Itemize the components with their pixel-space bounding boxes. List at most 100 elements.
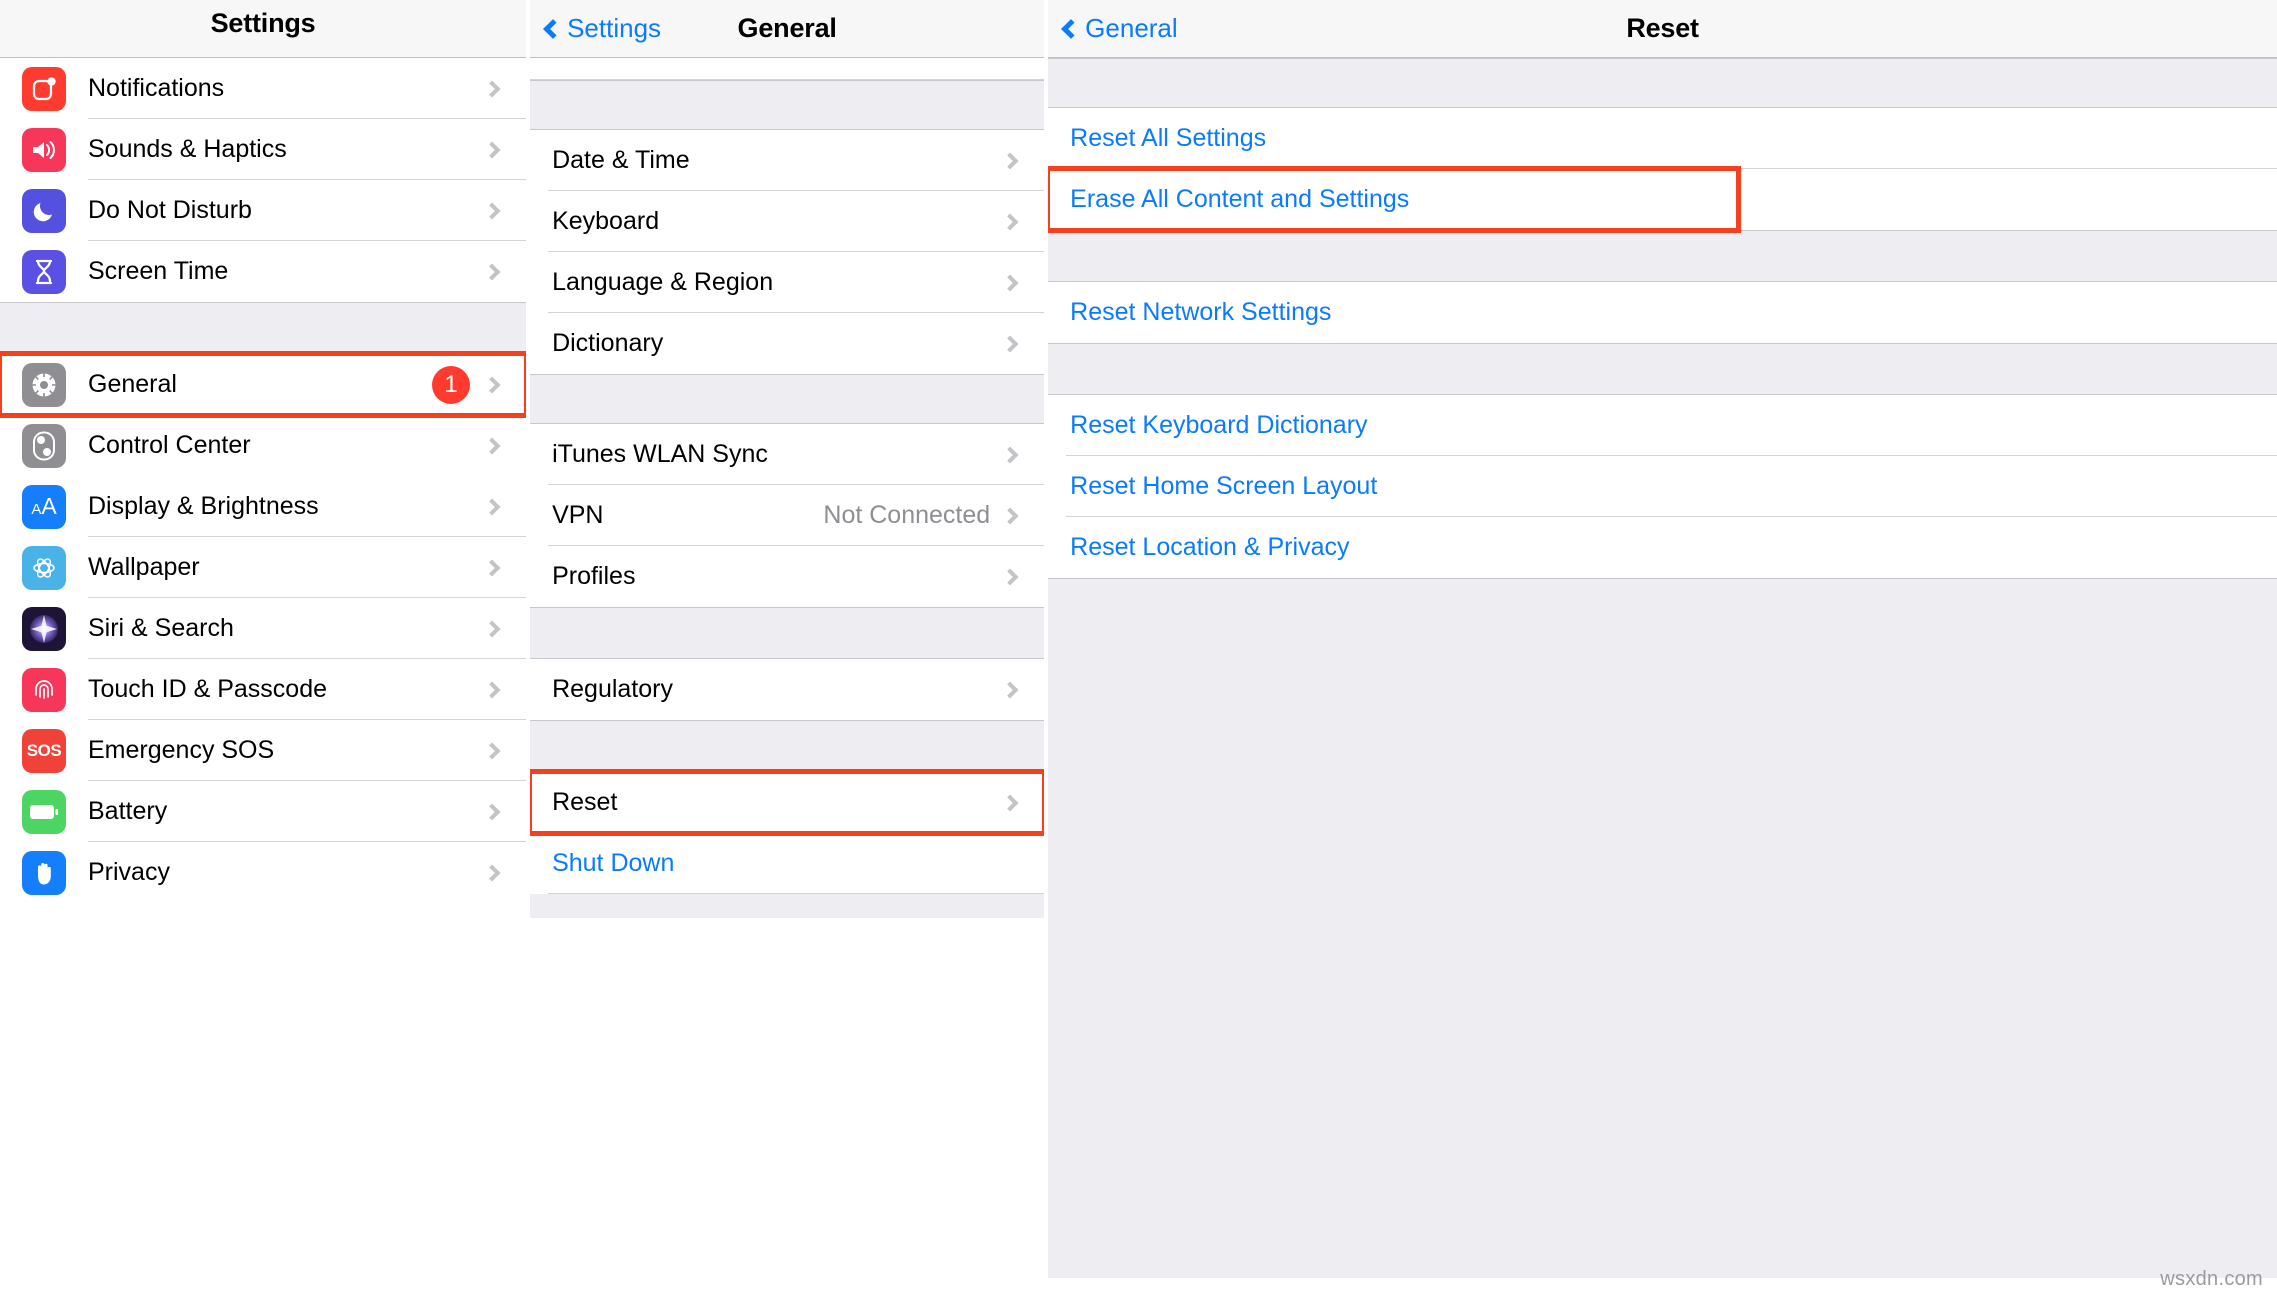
chevron-right-icon <box>483 620 501 637</box>
display-brightness-icon: AA <box>22 484 66 529</box>
reset-item-reset-location-privacy[interactable]: Reset Location & Privacy <box>1048 517 2277 578</box>
hourglass-icon <box>22 249 66 294</box>
reset-item-reset-all-settings[interactable]: Reset All Settings <box>1048 108 2277 169</box>
sidebar-item-label: Wallpaper <box>88 553 200 581</box>
sidebar-item-screen-time[interactable]: Screen Time <box>0 241 527 302</box>
chevron-right-icon <box>483 141 501 158</box>
reset-panel: General Reset Reset All Settings Erase A… <box>1048 0 2277 1297</box>
sidebar-item-emergency-sos[interactable]: SOS Emergency SOS <box>0 720 527 781</box>
reset-item-label: Reset Network Settings <box>1070 298 1332 326</box>
watermark: wsxdn.com <box>2160 1268 2264 1290</box>
sidebar-item-siri-search[interactable]: Siri & Search <box>0 598 527 659</box>
back-label: General <box>1085 13 1178 43</box>
reset-item-label: Reset All Settings <box>1070 124 1267 152</box>
general-item-label: Regulatory <box>552 675 673 703</box>
partially-scrolled-row-label: Background App Refresh <box>552 58 830 59</box>
general-item-regulatory[interactable]: Regulatory <box>530 659 1045 720</box>
sidebar-item-label: Sounds & Haptics <box>88 135 287 163</box>
status-badge: 1 <box>432 365 471 404</box>
back-to-general-button[interactable]: General <box>1048 13 1178 44</box>
sidebar-item-label: Battery <box>88 797 168 825</box>
siri-icon <box>22 606 66 651</box>
general-panel: Settings General Background App Refresh … <box>530 0 1045 1297</box>
general-navbar: Settings General <box>530 0 1045 58</box>
general-item-label: Keyboard <box>552 207 660 235</box>
general-item-date-time[interactable]: Date & Time <box>530 130 1045 191</box>
chevron-right-icon <box>1001 446 1019 463</box>
section-gap <box>1048 343 2277 395</box>
section-gap <box>1048 58 2277 108</box>
chevron-right-icon <box>483 742 501 759</box>
general-item-dictionary[interactable]: Dictionary <box>530 313 1045 374</box>
partially-scrolled-row[interactable]: Background App Refresh <box>530 58 1045 80</box>
back-to-settings-button[interactable]: Settings <box>530 13 661 44</box>
sidebar-item-battery[interactable]: Battery <box>0 781 527 842</box>
reset-item-erase-all-content-and-settings[interactable]: Erase All Content and Settings <box>1048 166 1742 233</box>
sidebar-item-privacy[interactable]: Privacy <box>0 842 527 903</box>
chevron-right-icon <box>483 263 501 280</box>
reset-item-label: Reset Keyboard Dictionary <box>1070 411 1368 439</box>
chevron-right-icon <box>483 437 501 454</box>
general-list[interactable]: Background App Refresh Date & Time Keybo… <box>530 58 1045 918</box>
sidebar-item-label: Notifications <box>88 74 225 102</box>
chevron-right-icon <box>483 80 501 97</box>
general-item-language-region[interactable]: Language & Region <box>530 252 1045 313</box>
chevron-left-icon <box>1061 18 1082 39</box>
emergency-sos-icon: SOS <box>22 728 66 773</box>
sidebar-item-touch-id-passcode[interactable]: Touch ID & Passcode <box>0 659 527 720</box>
chevron-right-icon <box>1001 794 1019 811</box>
section-gap <box>1048 230 2277 282</box>
section-gap <box>0 302 527 354</box>
sidebar-item-wallpaper[interactable]: Wallpaper <box>0 537 527 598</box>
sidebar-item-label: Siri & Search <box>88 614 234 642</box>
chevron-right-icon <box>1001 152 1019 169</box>
chevron-right-icon <box>1001 213 1019 230</box>
privacy-hand-icon <box>22 850 66 895</box>
chevron-right-icon <box>1001 507 1019 524</box>
general-item-profiles[interactable]: Profiles <box>530 546 1045 607</box>
general-item-label: iTunes WLAN Sync <box>552 440 768 468</box>
chevron-right-icon <box>483 202 501 219</box>
sidebar-item-label: General <box>88 370 177 398</box>
general-item-label: Language & Region <box>552 268 774 296</box>
sidebar-item-do-not-disturb[interactable]: Do Not Disturb <box>0 180 527 241</box>
sidebar-item-control-center[interactable]: Control Center <box>0 415 527 476</box>
reset-item-reset-keyboard-dictionary[interactable]: Reset Keyboard Dictionary <box>1048 395 2277 456</box>
general-item-vpn[interactable]: VPN Not Connected <box>530 485 1045 546</box>
chevron-right-icon <box>483 803 501 820</box>
general-item-label: VPN <box>552 501 604 529</box>
page-title: Reset <box>1626 13 1699 43</box>
sidebar-item-notifications[interactable]: Notifications <box>0 58 527 119</box>
three-panel-screenshot: Settings Notifications Sounds & Haptics <box>0 0 2277 1297</box>
sidebar-item-sounds-haptics[interactable]: Sounds & Haptics <box>0 119 527 180</box>
chevron-right-icon <box>1001 681 1019 698</box>
general-item-keyboard[interactable]: Keyboard <box>530 191 1045 252</box>
notifications-icon <box>22 66 66 111</box>
reset-item-reset-network-settings[interactable]: Reset Network Settings <box>1048 282 2277 343</box>
general-item-shut-down[interactable]: Shut Down <box>530 833 1045 894</box>
general-item-label: Profiles <box>552 562 636 590</box>
reset-item-label: Reset Home Screen Layout <box>1070 472 1378 500</box>
touch-id-icon <box>22 667 66 712</box>
general-item-label: Date & Time <box>552 146 690 174</box>
general-item-itunes-wlan-sync[interactable]: iTunes WLAN Sync <box>530 424 1045 485</box>
chevron-right-icon <box>1001 568 1019 585</box>
general-item-reset[interactable]: Reset <box>530 769 1045 836</box>
section-gap <box>530 720 1045 772</box>
settings-panel: Settings Notifications Sounds & Haptics <box>0 0 527 1297</box>
sidebar-item-display-brightness[interactable]: AA Display & Brightness <box>0 476 527 537</box>
sidebar-item-label: Touch ID & Passcode <box>88 675 328 703</box>
chevron-right-icon <box>483 498 501 515</box>
chevron-right-icon <box>483 376 501 393</box>
vpn-status-value: Not Connected <box>823 501 991 529</box>
settings-list[interactable]: Notifications Sounds & Haptics Do Not Di… <box>0 58 527 903</box>
general-item-label: Reset <box>552 788 618 816</box>
reset-item-label: Reset Location & Privacy <box>1070 533 1350 561</box>
reset-item-reset-home-screen-layout[interactable]: Reset Home Screen Layout <box>1048 456 2277 517</box>
settings-navbar: Settings <box>0 0 527 58</box>
general-item-label: Dictionary <box>552 329 664 357</box>
section-gap <box>530 80 1045 130</box>
sidebar-item-general[interactable]: General 1 <box>0 351 527 418</box>
reset-list[interactable]: Reset All Settings Erase All Content and… <box>1048 58 2277 1278</box>
sidebar-item-label: Do Not Disturb <box>88 196 252 224</box>
